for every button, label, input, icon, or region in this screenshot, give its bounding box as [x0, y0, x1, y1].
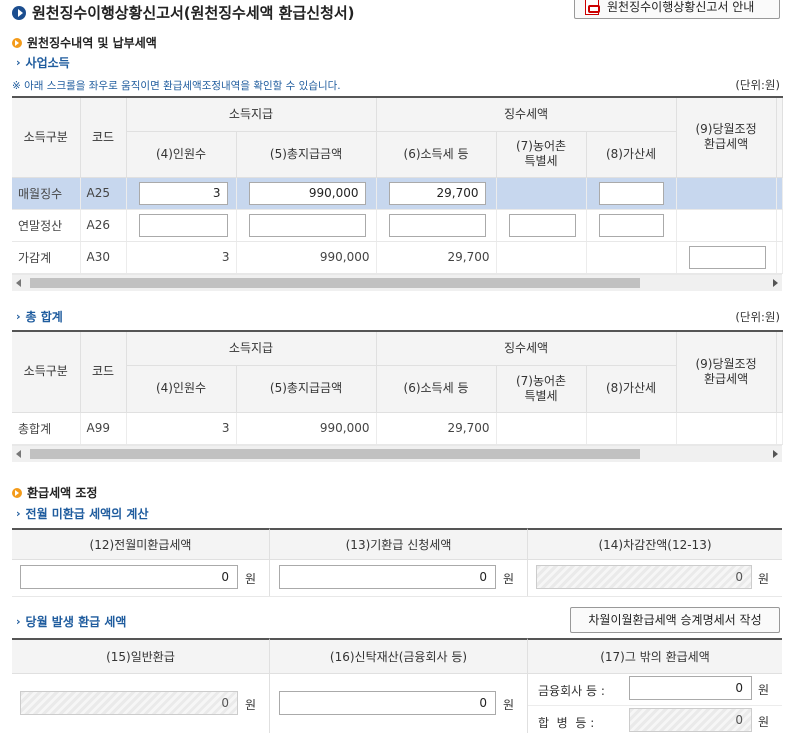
penalty-tax-input[interactable] [598, 213, 664, 237]
people-input[interactable] [138, 213, 228, 237]
scrollbar-thumb[interactable] [30, 449, 640, 459]
income-tax-input[interactable] [388, 213, 486, 237]
scroll-right-icon[interactable] [773, 279, 778, 287]
people-input[interactable]: 3 [138, 181, 228, 205]
table-row: 매월징수 A25 3 990,000 29,700 [12, 177, 783, 210]
page-title: 원천징수이행상황신고서(원천징수세액 환급신청서) [12, 2, 355, 23]
header-col4: (4)인원수 [126, 131, 237, 178]
header-income-type: 소득구분 [12, 97, 81, 178]
section-refund-adjustment: 환급세액 조정 [12, 484, 97, 501]
section-bullet-icon [12, 487, 22, 498]
subsection-prev-refund: › 전월 미환급 세액의 계산 [16, 507, 149, 521]
header-col5: (5)총지급금액 [236, 131, 377, 178]
section-withholding: 원천징수내역 및 납부세액 [12, 34, 157, 51]
scroll-left-icon[interactable] [16, 279, 21, 287]
prior-refund-input[interactable]: 0 [279, 565, 496, 589]
scroll-note: ※ 아래 스크롤을 좌우로 움직이면 환급세액조정내역을 확인할 수 있습니다. [12, 80, 341, 92]
header-col13: (13)기환급 신청세액 [269, 528, 527, 560]
merger-field: 0 [629, 708, 752, 732]
chevron-right-icon: › [16, 310, 21, 323]
subsection-current-refund: › 당월 발생 환급 세액 [16, 615, 127, 629]
title-bullet-icon [12, 5, 26, 20]
subsection-business-income: › 사업소득 [16, 56, 70, 70]
table-row: 총합계 A99 3 990,000 29,700 [12, 412, 783, 445]
scroll-right-icon[interactable] [773, 450, 778, 458]
carryover-statement-button[interactable]: 차월이월환급세액 승계명세서 작성 [570, 607, 780, 633]
subsection-total: › 총 합계 [16, 310, 63, 324]
header-overflow [776, 97, 783, 178]
section-bullet-icon [12, 37, 22, 48]
header-col15: (15)일반환급 [12, 638, 269, 674]
scrollbar-thumb[interactable] [30, 278, 640, 288]
prev-unrefunded-input[interactable]: 0 [20, 565, 238, 589]
header-col6: (6)소득세 등 [376, 131, 497, 178]
header-col16: (16)신탁재산(금융회사 등) [269, 638, 527, 674]
income-tax-input[interactable]: 29,700 [388, 181, 486, 205]
scroll-left-icon[interactable] [16, 450, 21, 458]
chevron-right-icon: › [16, 615, 21, 628]
rural-tax-input[interactable] [508, 213, 576, 237]
chevron-right-icon: › [16, 56, 21, 69]
header-col7: (7)농어촌 특별세 [496, 131, 587, 178]
merger-label: 합 병 등 : [538, 716, 595, 730]
header-col9: (9)당월조정 환급세액 [676, 97, 777, 178]
header-col8: (8)가산세 [586, 131, 677, 178]
balance-field: 0 [536, 565, 752, 589]
guide-button[interactable]: 원천징수이행상황신고서 안내 [574, 0, 780, 19]
general-refund-field: 0 [20, 691, 238, 715]
header-col17: (17)그 밖의 환급세액 [527, 638, 782, 674]
header-code: 코드 [80, 97, 127, 178]
horizontal-scrollbar[interactable] [12, 445, 782, 462]
trust-refund-input[interactable]: 0 [279, 691, 496, 715]
header-col12: (12)전월미환급세액 [12, 528, 269, 560]
total-payment-input[interactable] [248, 213, 366, 237]
refund-adjust-input[interactable] [688, 245, 766, 269]
table-row: 연말정산 A26 [12, 209, 783, 242]
total-table: 소득구분 코드 소득지급 징수세액 (9)당월조정 환급세액 (4)인원수 (5… [12, 330, 783, 445]
header-col14: (14)차감잔액(12-13) [527, 528, 782, 560]
page-title-text: 원천징수이행상황신고서(원천징수세액 환급신청서) [32, 4, 355, 22]
unit-label: (단위:원) [735, 310, 780, 324]
penalty-tax-input[interactable] [598, 181, 664, 205]
header-withholding-tax: 징수세액 [376, 97, 677, 132]
header-income-payment: 소득지급 [126, 97, 377, 132]
total-payment-input[interactable]: 990,000 [248, 181, 366, 205]
table-row: 가감계 A30 3 990,000 29,700 [12, 241, 783, 274]
horizontal-scrollbar[interactable] [12, 274, 782, 291]
pdf-icon [585, 0, 600, 15]
withholding-table: 소득구분 코드 소득지급 징수세액 (9)당월조정 환급세액 (4)인원수 (5… [12, 96, 783, 274]
financial-company-input[interactable]: 0 [629, 676, 752, 700]
financial-company-label: 금융회사 등 : [538, 684, 605, 698]
chevron-right-icon: › [16, 507, 21, 520]
guide-button-label: 원천징수이행상황신고서 안내 [607, 0, 755, 14]
unit-label: (단위:원) [735, 78, 780, 92]
